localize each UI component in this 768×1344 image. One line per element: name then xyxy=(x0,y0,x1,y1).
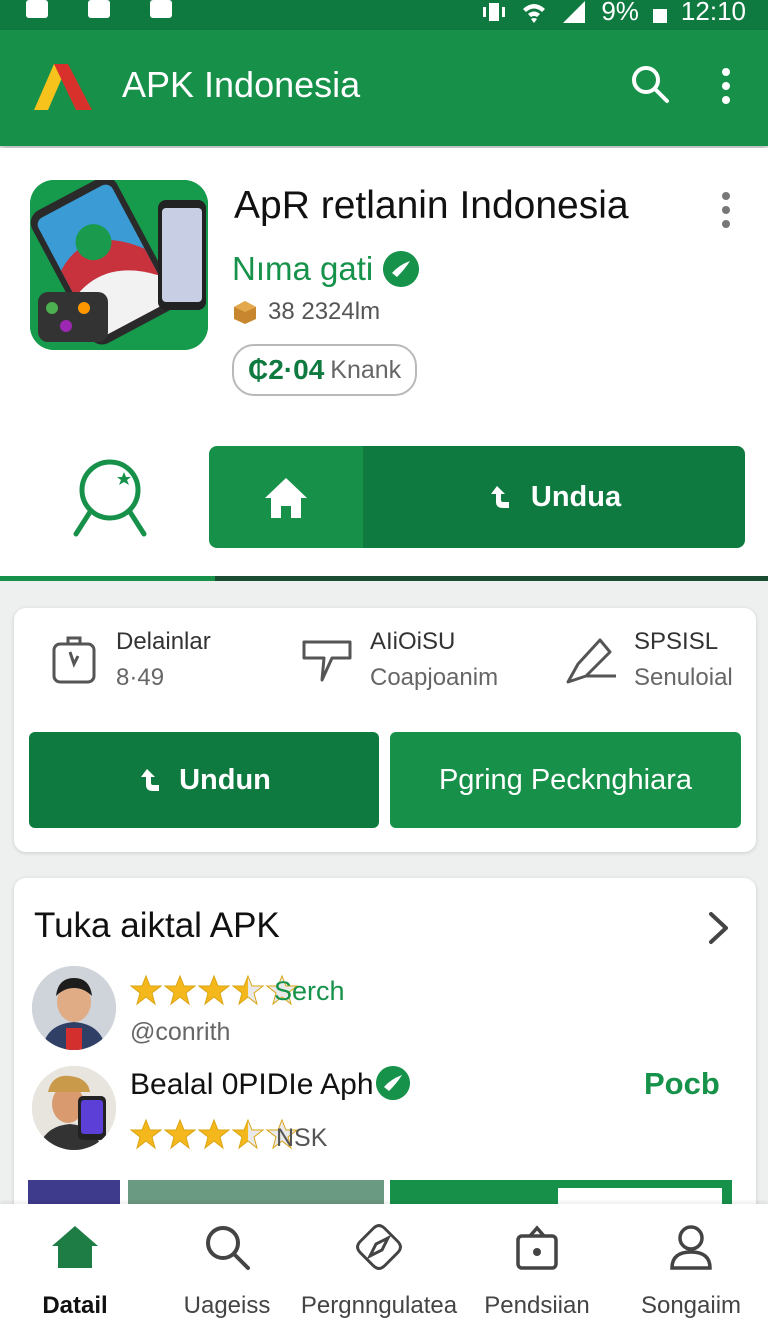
chevron-right-icon[interactable] xyxy=(706,910,732,946)
nav-label: Songaiim xyxy=(640,1292,742,1319)
search-icon xyxy=(206,1226,250,1270)
wishlist-search-icon[interactable] xyxy=(70,456,150,540)
app-name: ApR retlanin Indonesia xyxy=(234,184,629,227)
speech-pin-icon xyxy=(302,640,352,682)
rating-stars xyxy=(130,974,298,1006)
battery-percent: 9% xyxy=(601,0,639,26)
compass-icon xyxy=(356,1224,402,1270)
wifi-icon xyxy=(523,3,546,23)
bottom-navigation: Datail Uageiss Pergnngulatea Pendsiian S… xyxy=(0,1204,768,1344)
star-icon xyxy=(232,1118,264,1150)
nav-item-profile[interactable]: Songaiim xyxy=(606,1222,768,1320)
info-item-compat: AIiOiSU Coapjoanim xyxy=(300,628,498,692)
star-icon xyxy=(232,974,264,1006)
person-icon xyxy=(670,1225,712,1270)
nav-item-explore[interactable]: Pergnngulatea xyxy=(294,1222,464,1320)
rating-value: ₵2·04 xyxy=(248,354,325,385)
phones-illustration-icon xyxy=(30,180,208,350)
star-icon xyxy=(198,1118,230,1150)
verified-icon xyxy=(376,1066,410,1100)
bag-icon xyxy=(516,1225,558,1270)
nav-label: Pendsiian xyxy=(484,1292,590,1319)
developer-name[interactable]: Nıma gati xyxy=(232,250,373,288)
verified-icon xyxy=(383,251,420,287)
nav-label: Datail xyxy=(42,1292,108,1319)
info-value-3: Senuloial xyxy=(634,664,733,691)
download-progress-fill xyxy=(0,576,216,581)
search-icon[interactable] xyxy=(630,64,670,104)
home-icon xyxy=(265,478,307,518)
download-button[interactable]: Undua xyxy=(363,446,745,548)
reviewer-avatar xyxy=(32,1066,116,1150)
pen-icon xyxy=(566,638,616,684)
nav-item-detail[interactable]: Datail xyxy=(0,1222,160,1320)
review-tag[interactable]: Serch xyxy=(274,976,345,1007)
more-vert-icon[interactable] xyxy=(718,68,734,104)
download-count-row: 38 2324lm xyxy=(232,298,380,326)
review-tag: NSK xyxy=(276,1124,328,1152)
app-bar: APK Indonesia xyxy=(0,30,768,146)
reviews-card: Tuka aiktal APK Serch @conrith Bealal 0P… xyxy=(14,878,756,1208)
notification-icons xyxy=(26,0,172,18)
main-action-bar: Undua xyxy=(209,446,745,548)
app-icon xyxy=(30,180,208,350)
avatar-image-icon xyxy=(32,966,116,1050)
nav-item-search[interactable]: Uageiss xyxy=(142,1222,312,1320)
app-logo-icon xyxy=(34,64,92,110)
review-action-link[interactable]: Pocb xyxy=(644,1066,720,1102)
nav-label: Pergnngulatea xyxy=(300,1292,458,1319)
home-button[interactable] xyxy=(209,446,363,548)
secondary-action-label: Pgring Pecknghiara xyxy=(438,763,693,796)
more-vert-icon[interactable] xyxy=(716,192,736,228)
rating-label: Knank xyxy=(330,355,402,384)
gallery-notification-icon xyxy=(88,0,110,18)
reviewer-handle: @conrith xyxy=(130,1018,231,1046)
app-notification-icon xyxy=(150,0,172,18)
reviewer-avatar xyxy=(32,966,116,1050)
download-progress xyxy=(0,576,768,581)
package-icon xyxy=(234,301,256,324)
download-count: 38 2324lm xyxy=(268,298,381,325)
star-icon xyxy=(130,1118,162,1150)
info-label-2: AIiOiSU xyxy=(370,628,456,655)
rating-stars xyxy=(130,1118,298,1150)
download-label: Undua xyxy=(530,480,622,513)
info-item-details: Delainlar 8·49 xyxy=(48,628,211,692)
info-value-1: 8·49 xyxy=(116,664,165,691)
download-icon xyxy=(141,769,160,791)
info-label-3: SPSISL xyxy=(634,628,719,655)
home-icon xyxy=(52,1226,98,1268)
reviews-title: Tuka aiktal APK xyxy=(34,906,280,945)
star-icon xyxy=(164,1118,196,1150)
download-apk-label: Undun xyxy=(179,763,271,796)
battery-icon xyxy=(652,8,667,23)
developer-row: Nıma gati xyxy=(232,250,420,288)
info-card: Delainlar 8·49 AIiOiSU Coapjoanim SPSISL… xyxy=(14,608,756,852)
reviewer-name: Bealal 0PIDIe Aph xyxy=(130,1068,374,1101)
star-icon xyxy=(198,974,230,1006)
download-icon xyxy=(490,486,509,508)
star-icon xyxy=(164,974,196,1006)
info-value-2: Coapjoanim xyxy=(370,664,499,691)
nav-label: Uageiss xyxy=(183,1292,271,1319)
clock: 12:10 xyxy=(680,0,746,26)
info-label-1: Delainlar xyxy=(116,628,211,655)
status-bar: 9% 12:10 xyxy=(0,0,768,30)
secondary-action-button[interactable]: Pgring Pecknghiara xyxy=(390,732,741,828)
app-title: APK Indonesia xyxy=(122,64,361,105)
clipboard-icon xyxy=(52,636,96,684)
info-item-security: SPSISL Senuloial xyxy=(564,628,733,692)
nav-item-bag[interactable]: Pendsiian xyxy=(452,1222,622,1320)
rating-pill: ₵2·04 Knank xyxy=(232,344,418,396)
app-header-card: ApR retlanin Indonesia Nıma gati 38 2324… xyxy=(0,148,768,581)
download-apk-button[interactable]: Undun xyxy=(29,732,379,828)
signal-icon xyxy=(563,0,586,23)
status-indicators: 9% 12:10 xyxy=(481,0,746,27)
vibrate-icon xyxy=(483,2,506,21)
star-icon xyxy=(130,974,162,1006)
notification-icon xyxy=(26,0,48,18)
avatar-image-icon xyxy=(32,1066,116,1150)
